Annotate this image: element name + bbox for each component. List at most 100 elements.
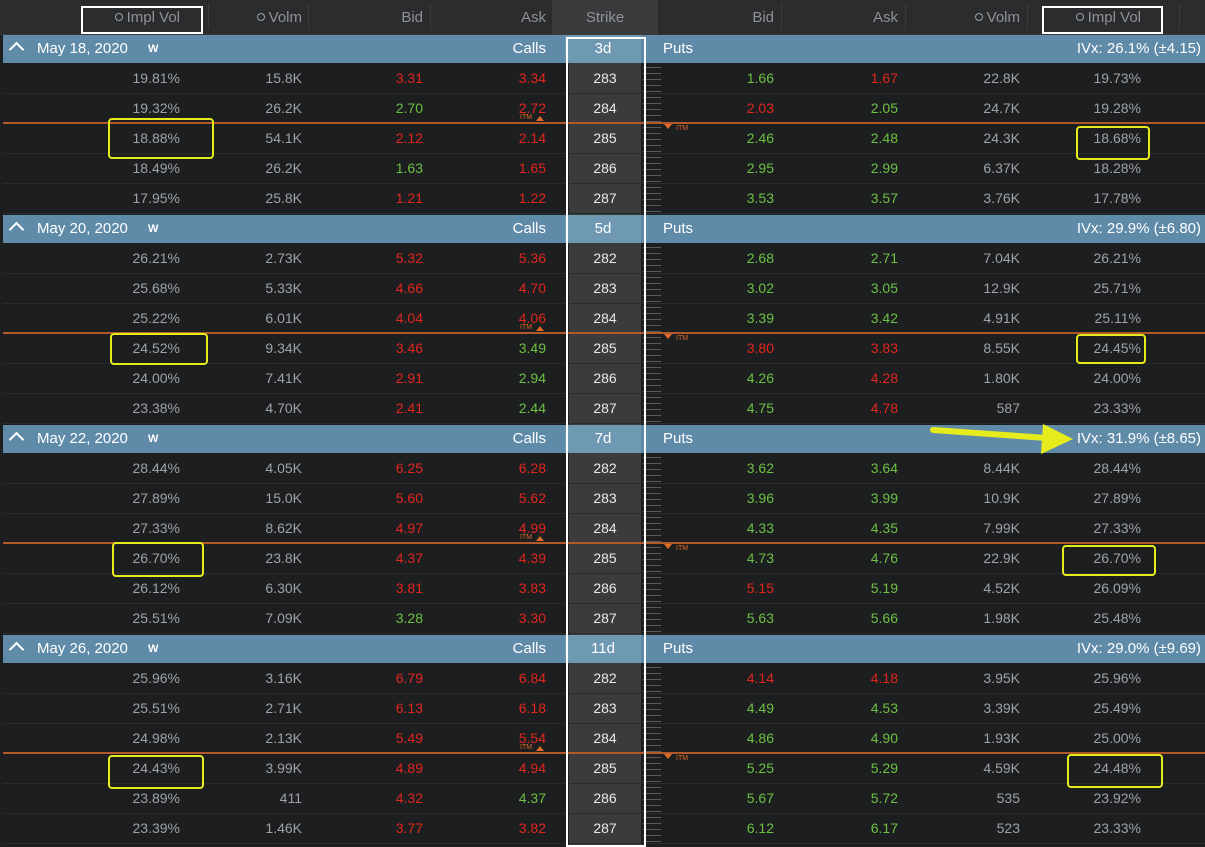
calls-ask-cell[interactable]: 3.30 bbox=[432, 603, 546, 633]
puts-ask-cell[interactable]: 6.17 bbox=[783, 813, 898, 843]
calls-volume-cell[interactable]: 15.8K bbox=[210, 63, 302, 93]
calls-ask-cell[interactable]: 2.44 bbox=[432, 393, 546, 423]
puts-impl-vol-cell[interactable]: 17.78% bbox=[1029, 183, 1141, 213]
puts-impl-vol-cell[interactable]: 19.28% bbox=[1029, 93, 1141, 123]
calls-bid-cell[interactable]: 2.70 bbox=[310, 93, 423, 123]
chevron-up-icon[interactable] bbox=[8, 431, 25, 448]
calls-impl-vol-cell[interactable]: 23.39% bbox=[60, 813, 180, 843]
puts-bid-cell[interactable]: 1.66 bbox=[660, 63, 774, 93]
puts-volume-cell[interactable]: 7.99K bbox=[907, 513, 1020, 543]
chevron-up-icon[interactable] bbox=[8, 641, 25, 658]
puts-volume-cell[interactable]: 4.52K bbox=[907, 573, 1020, 603]
calls-impl-vol-cell[interactable]: 28.44% bbox=[60, 453, 180, 483]
puts-ask-cell[interactable]: 4.76 bbox=[783, 543, 898, 573]
strike-header[interactable]: Strike bbox=[552, 0, 658, 34]
puts-volume-cell[interactable]: 6.37K bbox=[907, 153, 1020, 183]
calls-volume-cell[interactable]: 23.8K bbox=[210, 543, 302, 573]
puts-volume-cell[interactable]: 10.9K bbox=[907, 483, 1020, 513]
calls-volume-cell[interactable]: 54.1K bbox=[210, 123, 302, 153]
calls-volume-cell[interactable]: 6.01K bbox=[210, 303, 302, 333]
calls-bid-cell[interactable]: 5.49 bbox=[310, 723, 423, 753]
calls-impl-vol-cell[interactable]: 24.00% bbox=[60, 363, 180, 393]
puts-impl-vol-cell[interactable]: 26.09% bbox=[1029, 573, 1141, 603]
puts-impl-vol-cell[interactable]: 27.89% bbox=[1029, 483, 1141, 513]
calls-ask-header[interactable]: Ask bbox=[432, 0, 546, 34]
puts-impl-vol-cell[interactable]: 27.33% bbox=[1029, 513, 1141, 543]
puts-ask-cell[interactable]: 5.66 bbox=[783, 603, 898, 633]
calls-bid-cell[interactable]: 4.32 bbox=[310, 783, 423, 813]
calls-impl-vol-cell[interactable]: 26.21% bbox=[60, 243, 180, 273]
calls-impl-vol-cell[interactable]: 17.95% bbox=[60, 183, 180, 213]
puts-bid-cell[interactable]: 4.26 bbox=[660, 363, 774, 393]
puts-impl-vol-cell[interactable]: 19.73% bbox=[1029, 63, 1141, 93]
chevron-up-icon[interactable] bbox=[8, 41, 25, 58]
puts-bid-cell[interactable]: 3.02 bbox=[660, 273, 774, 303]
puts-ask-cell[interactable]: 5.19 bbox=[783, 573, 898, 603]
puts-volume-cell[interactable]: 12.9K bbox=[907, 273, 1020, 303]
puts-bid-cell[interactable]: 4.14 bbox=[660, 663, 774, 693]
puts-volume-cell[interactable]: 3.76K bbox=[907, 183, 1020, 213]
puts-bid-cell[interactable]: 2.03 bbox=[660, 93, 774, 123]
calls-volume-cell[interactable]: 7.09K bbox=[210, 603, 302, 633]
calls-volume-cell[interactable]: 8.62K bbox=[210, 513, 302, 543]
puts-impl-vol-cell[interactable]: 25.71% bbox=[1029, 273, 1141, 303]
puts-ask-cell[interactable]: 5.72 bbox=[783, 783, 898, 813]
calls-ask-cell[interactable]: 3.82 bbox=[432, 813, 546, 843]
calls-impl-vol-cell[interactable]: 25.22% bbox=[60, 303, 180, 333]
calls-ask-cell[interactable]: 3.49 bbox=[432, 333, 546, 363]
calls-impl-vol-cell[interactable]: 25.96% bbox=[60, 663, 180, 693]
puts-impl-vol-cell[interactable]: 23.33% bbox=[1029, 813, 1141, 843]
calls-volume-cell[interactable]: 6.30K bbox=[210, 573, 302, 603]
calls-bid-cell[interactable]: 1.63 bbox=[310, 153, 423, 183]
puts-volume-cell[interactable]: 8.55K bbox=[907, 333, 1020, 363]
puts-bid-cell[interactable]: 3.62 bbox=[660, 453, 774, 483]
calls-bid-cell[interactable]: 5.60 bbox=[310, 483, 423, 513]
puts-ask-cell[interactable]: 2.71 bbox=[783, 243, 898, 273]
calls-ask-cell[interactable]: 3.83 bbox=[432, 573, 546, 603]
puts-bid-cell[interactable]: 2.95 bbox=[660, 153, 774, 183]
puts-bid-cell[interactable]: 6.12 bbox=[660, 813, 774, 843]
puts-volume-header[interactable]: Volm bbox=[907, 0, 1020, 34]
puts-impl-vol-cell[interactable]: 25.48% bbox=[1029, 603, 1141, 633]
calls-impl-vol-cell[interactable]: 27.33% bbox=[60, 513, 180, 543]
calls-bid-cell[interactable]: 4.04 bbox=[310, 303, 423, 333]
puts-ask-cell[interactable]: 2.05 bbox=[783, 93, 898, 123]
puts-volume-cell[interactable]: 4.59K bbox=[907, 753, 1020, 783]
calls-ask-cell[interactable]: 6.18 bbox=[432, 693, 546, 723]
calls-bid-cell[interactable]: 2.12 bbox=[310, 123, 423, 153]
calls-volume-cell[interactable]: 15.0K bbox=[210, 483, 302, 513]
calls-volume-cell[interactable]: 411 bbox=[210, 783, 302, 813]
puts-volume-cell[interactable]: 7.04K bbox=[907, 243, 1020, 273]
calls-bid-cell[interactable]: 3.81 bbox=[310, 573, 423, 603]
calls-bid-cell[interactable]: 6.25 bbox=[310, 453, 423, 483]
calls-impl-vol-cell[interactable]: 19.81% bbox=[60, 63, 180, 93]
puts-bid-cell[interactable]: 3.96 bbox=[660, 483, 774, 513]
calls-volume-cell[interactable]: 4.05K bbox=[210, 453, 302, 483]
calls-ask-cell[interactable]: 1.65 bbox=[432, 153, 546, 183]
calls-volume-cell[interactable]: 4.70K bbox=[210, 393, 302, 423]
calls-bid-cell[interactable]: 3.31 bbox=[310, 63, 423, 93]
puts-volume-cell[interactable]: 22.9K bbox=[907, 543, 1020, 573]
calls-volume-cell[interactable]: 1.46K bbox=[210, 813, 302, 843]
puts-impl-vol-cell[interactable]: 25.49% bbox=[1029, 693, 1141, 723]
puts-volume-cell[interactable]: 4.91K bbox=[907, 303, 1020, 333]
puts-ask-cell[interactable]: 3.42 bbox=[783, 303, 898, 333]
puts-impl-vol-cell[interactable]: 25.11% bbox=[1029, 303, 1141, 333]
puts-volume-cell[interactable]: 1.98K bbox=[907, 603, 1020, 633]
puts-ask-cell[interactable]: 4.53 bbox=[783, 693, 898, 723]
puts-impl-vol-cell[interactable]: 25.00% bbox=[1029, 723, 1141, 753]
puts-ask-cell[interactable]: 4.90 bbox=[783, 723, 898, 753]
chevron-up-icon[interactable] bbox=[8, 221, 25, 238]
puts-bid-cell[interactable]: 2.68 bbox=[660, 243, 774, 273]
calls-bid-cell[interactable]: 4.66 bbox=[310, 273, 423, 303]
calls-impl-vol-cell[interactable]: 25.68% bbox=[60, 273, 180, 303]
puts-impl-vol-cell[interactable]: 26.21% bbox=[1029, 243, 1141, 273]
puts-ask-cell[interactable]: 2.99 bbox=[783, 153, 898, 183]
puts-ask-cell[interactable]: 4.78 bbox=[783, 393, 898, 423]
puts-ask-cell[interactable]: 4.18 bbox=[783, 663, 898, 693]
calls-ask-cell[interactable]: 5.62 bbox=[432, 483, 546, 513]
calls-ask-cell[interactable]: 2.94 bbox=[432, 363, 546, 393]
calls-volume-cell[interactable]: 26.2K bbox=[210, 153, 302, 183]
calls-impl-vol-cell[interactable]: 24.98% bbox=[60, 723, 180, 753]
puts-ask-cell[interactable]: 3.57 bbox=[783, 183, 898, 213]
